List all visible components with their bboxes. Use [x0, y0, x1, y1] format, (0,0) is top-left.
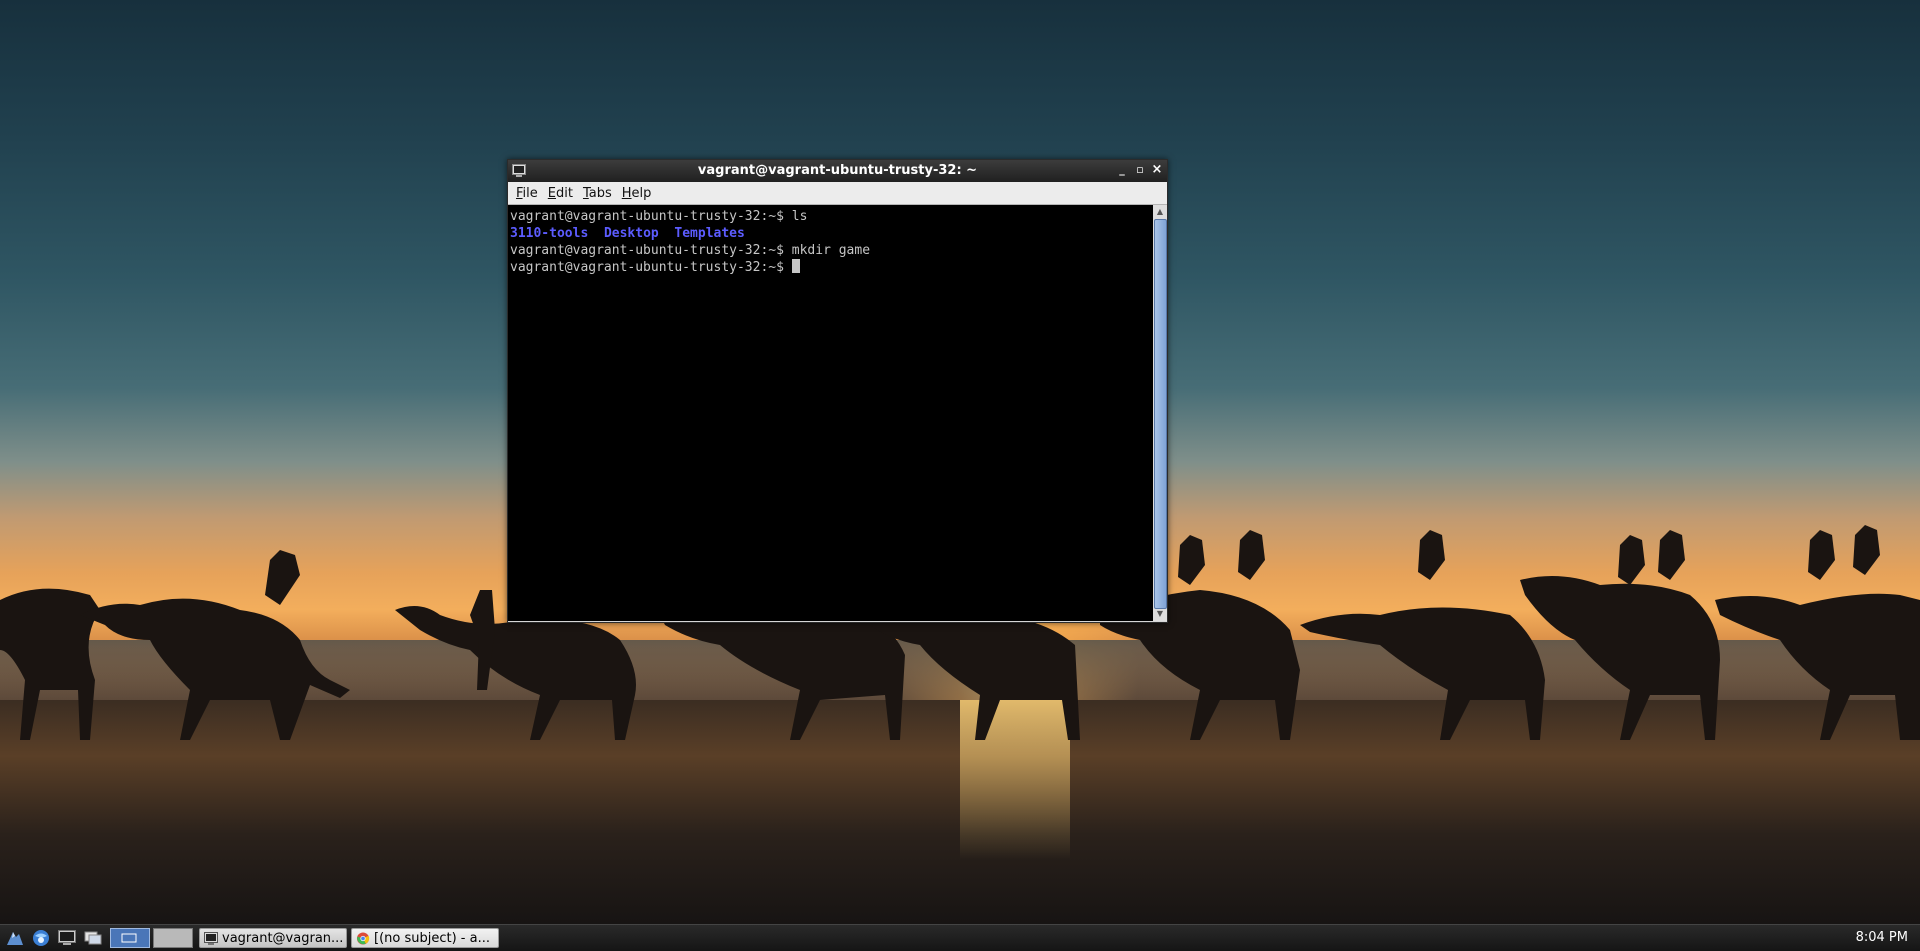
taskbar-item-terminal[interactable]: vagrant@vagran... — [199, 928, 347, 948]
show-desktop-icon[interactable] — [82, 927, 104, 949]
chrome-icon — [356, 931, 370, 945]
browser-launcher-icon[interactable] — [30, 927, 52, 949]
terminal-command: mkdir game — [791, 243, 871, 258]
taskbar: vagrant@vagran... [(no subject) - a... 8… — [0, 924, 1920, 951]
menu-edit[interactable]: Edit — [543, 186, 578, 201]
workspace-1[interactable] — [110, 928, 150, 948]
terminal-command: ls — [791, 209, 808, 224]
menu-tabs[interactable]: Tabs — [578, 186, 617, 201]
terminal-prompt: vagrant@vagrant-ubuntu-trusty-32:~$ — [510, 243, 792, 258]
terminal-window[interactable]: vagrant@vagrant-ubuntu-trusty-32: ~ _ ▫ … — [507, 159, 1168, 623]
menu-file[interactable]: File — [511, 186, 543, 201]
menu-help[interactable]: Help — [617, 186, 657, 201]
menu-bar: File Edit Tabs Help — [508, 182, 1167, 205]
clock[interactable]: 8:04 PM — [1856, 930, 1908, 945]
terminal-prompt: vagrant@vagrant-ubuntu-trusty-32:~$ — [510, 260, 792, 275]
scroll-down-arrow-icon[interactable]: ▼ — [1153, 607, 1167, 621]
scroll-up-arrow-icon[interactable]: ▲ — [1153, 205, 1167, 219]
directory-entry: Desktop — [603, 226, 659, 241]
close-button[interactable]: × — [1150, 162, 1164, 178]
terminal-line: vagrant@vagrant-ubuntu-trusty-32:~$ mkdi… — [510, 242, 1153, 259]
terminal-line: vagrant@vagrant-ubuntu-trusty-32:~$ — [510, 259, 1153, 276]
scrollbar-thumb[interactable] — [1154, 219, 1167, 609]
workspace-2[interactable] — [153, 928, 193, 948]
text-cursor — [791, 259, 800, 273]
terminal-icon — [204, 931, 218, 945]
terminal-line: vagrant@vagrant-ubuntu-trusty-32:~$ ls — [510, 208, 1153, 225]
terminal-line: 3110-tools Desktop Templates — [510, 225, 1153, 242]
terminal-prompt: vagrant@vagrant-ubuntu-trusty-32:~$ — [510, 209, 792, 224]
taskbar-item-label: vagrant@vagran... — [222, 930, 344, 946]
start-menu-icon[interactable] — [4, 927, 26, 949]
terminal-launcher-icon[interactable] — [56, 927, 78, 949]
maximize-button[interactable]: ▫ — [1133, 162, 1147, 178]
terminal-scrollbar[interactable]: ▲ ▼ — [1153, 205, 1167, 621]
directory-entry: 3110-tools — [510, 226, 589, 241]
taskbar-item-mail[interactable]: [(no subject) - a... — [351, 928, 499, 948]
minimize-button[interactable]: _ — [1115, 162, 1129, 178]
taskbar-item-label: [(no subject) - a... — [374, 930, 490, 946]
terminal-output[interactable]: vagrant@vagrant-ubuntu-trusty-32:~$ ls 31… — [508, 205, 1153, 621]
directory-entry: Templates — [674, 226, 745, 241]
window-title: vagrant@vagrant-ubuntu-trusty-32: ~ — [697, 163, 978, 178]
window-titlebar[interactable]: vagrant@vagrant-ubuntu-trusty-32: ~ _ ▫ … — [508, 160, 1167, 182]
